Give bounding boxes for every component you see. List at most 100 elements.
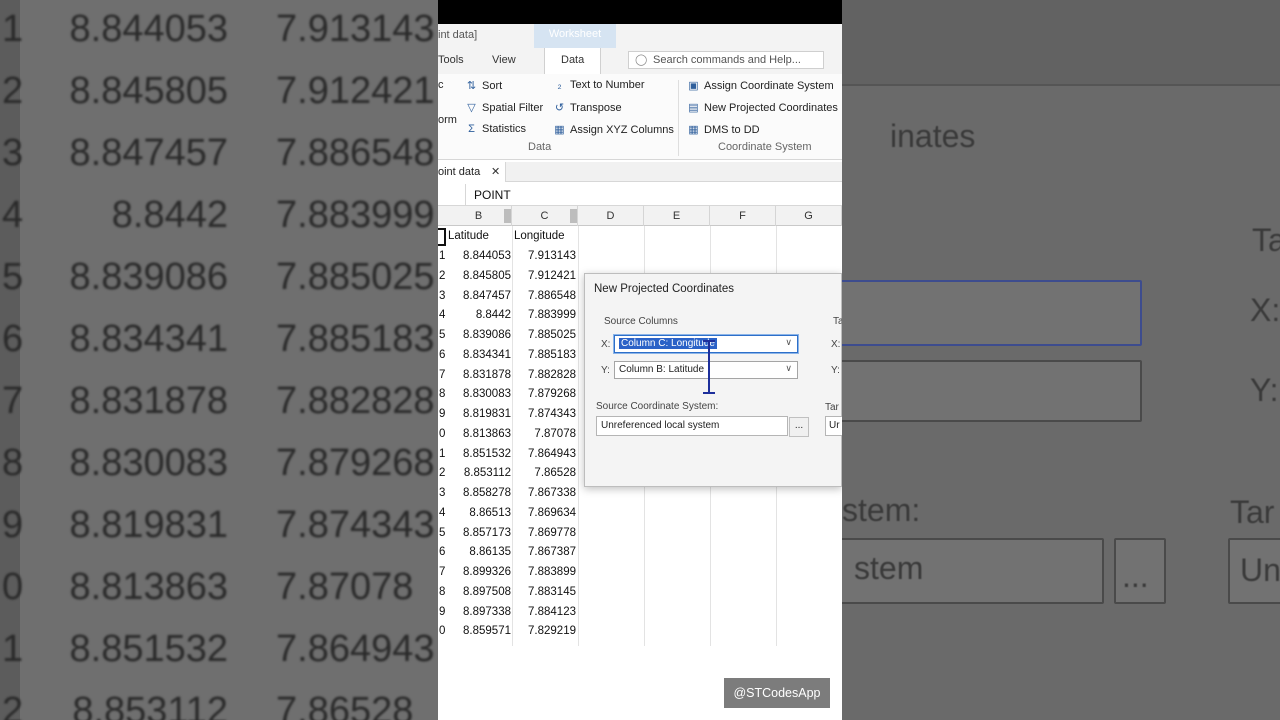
y-label: Y:	[601, 365, 610, 376]
column-header-g[interactable]: G	[776, 206, 842, 226]
background-cell: 4	[2, 194, 24, 236]
background-text-tar: Tar	[1230, 494, 1275, 530]
selected-cell-marker	[438, 228, 446, 246]
column-header-b[interactable]: B	[446, 206, 512, 226]
latitude-cell[interactable]: 8.857173	[463, 527, 511, 539]
latitude-cell[interactable]: 8.897338	[463, 606, 511, 618]
table-row[interactable]: 9 8.897338 7.884123	[438, 602, 842, 622]
longitude-cell[interactable]: 7.879268	[528, 388, 576, 400]
row-number: 3	[439, 487, 446, 499]
statistics-button[interactable]: Σ Statistics	[464, 123, 526, 139]
longitude-cell[interactable]: 7.86528	[534, 467, 576, 479]
column-b-filter-icon[interactable]	[504, 209, 511, 223]
longitude-cell[interactable]: 7.867387	[528, 546, 576, 558]
chevron-down-icon: ∨	[785, 363, 792, 373]
latitude-cell[interactable]: 8.819831	[463, 408, 511, 420]
column-header-f[interactable]: F	[710, 206, 776, 226]
latitude-cell[interactable]: 8.859571	[463, 625, 511, 637]
latitude-cell[interactable]: 8.845805	[463, 270, 511, 282]
cell-reference-box[interactable]	[438, 184, 466, 205]
search-commands-input[interactable]: ◯ Search commands and Help...	[628, 51, 824, 69]
latitude-cell[interactable]: 8.8442	[476, 309, 511, 321]
transpose-button[interactable]: ↺ Transpose	[552, 101, 622, 117]
latitude-cell[interactable]: 8.858278	[463, 487, 511, 499]
row-number: 0	[439, 427, 446, 440]
formula-input[interactable]: POINT	[474, 188, 511, 202]
source-coordinate-system-label: Source Coordinate System:	[596, 401, 719, 412]
background-row: 6 8.834341 7.885183	[0, 318, 438, 380]
longitude-cell[interactable]: 7.884123	[528, 606, 576, 618]
background-cell: 8.845805	[69, 70, 229, 112]
column-header-d[interactable]: D	[578, 206, 644, 226]
longitude-cell[interactable]: 7.869778	[528, 527, 576, 539]
longitude-cell[interactable]: 7.913143	[528, 250, 576, 262]
header-latitude[interactable]: Latitude	[448, 230, 489, 242]
table-row[interactable]: 7 8.899326 7.883899	[438, 562, 842, 582]
close-icon[interactable]: ✕	[491, 165, 500, 178]
column-header-e[interactable]: E	[644, 206, 710, 226]
table-row[interactable]: 4 8.86513 7.869634	[438, 503, 842, 523]
latitude-cell[interactable]: 8.844053	[463, 250, 511, 262]
dms-to-dd-button[interactable]: ▦ DMS to DD	[686, 123, 760, 139]
latitude-cell[interactable]: 8.834341	[463, 349, 511, 361]
table-row[interactable]: 6 8.86135 7.867387	[438, 542, 842, 562]
tab-tools[interactable]: Tools	[438, 54, 464, 66]
table-row[interactable]: 1 8.844053 7.913143	[438, 246, 842, 266]
latitude-cell[interactable]: 8.847457	[463, 290, 511, 302]
longitude-cell[interactable]: 7.874343	[528, 408, 576, 420]
latitude-cell[interactable]: 8.86513	[469, 507, 511, 519]
worksheet-context-tab[interactable]: Worksheet	[534, 24, 616, 48]
longitude-cell[interactable]: 7.912421	[528, 270, 576, 282]
table-row[interactable]: 8 8.897508 7.883145	[438, 582, 842, 602]
latitude-cell[interactable]: 8.851532	[463, 448, 511, 460]
assign-xyz-button[interactable]: ▦ Assign XYZ Columns	[552, 123, 674, 139]
tab-data[interactable]: Data	[544, 48, 602, 74]
longitude-cell[interactable]: 7.829219	[528, 625, 576, 637]
assign-coordinate-system-button[interactable]: ▣ Assign Coordinate System	[686, 79, 833, 95]
background-text-dots: ...	[1122, 558, 1149, 594]
latitude-cell[interactable]: 8.897508	[463, 586, 511, 598]
text-to-number-button[interactable]: ₂ Text to Number	[552, 79, 644, 95]
background-text-x: X:	[1250, 292, 1280, 328]
latitude-cell[interactable]: 8.831878	[463, 369, 511, 381]
latitude-cell[interactable]: 8.899326	[463, 566, 511, 578]
latitude-cell[interactable]: 8.86135	[469, 546, 511, 558]
column-header-c[interactable]: C	[512, 206, 578, 226]
longitude-cell[interactable]: 7.883899	[528, 566, 576, 578]
header-longitude[interactable]: Longitude	[514, 230, 565, 242]
longitude-cell[interactable]: 7.885025	[528, 329, 576, 341]
table-row[interactable]: 5 8.857173 7.869778	[438, 523, 842, 543]
longitude-cell[interactable]: 7.864943	[528, 448, 576, 460]
latitude-cell[interactable]: 8.813863	[463, 428, 511, 440]
longitude-cell[interactable]: 7.882828	[528, 369, 576, 381]
background-cell: 7.886548	[276, 132, 435, 174]
background-cell: 7.874343	[276, 504, 435, 546]
spatial-filter-button[interactable]: ▽ Spatial Filter	[464, 101, 543, 117]
tab-view[interactable]: View	[492, 54, 516, 66]
sort-button[interactable]: ⇅ Sort	[464, 79, 502, 95]
projection-icon: ▤	[688, 102, 699, 114]
browse-button[interactable]: ...	[789, 417, 809, 437]
latitude-cell[interactable]: 8.853112	[464, 467, 511, 479]
new-projected-coordinates-button[interactable]: ▤ New Projected Coordinates	[686, 101, 838, 117]
ribbon-cut-label-2: orm	[438, 114, 457, 126]
latitude-cell[interactable]: 8.839086	[463, 329, 511, 341]
background-cell: 3	[2, 132, 24, 174]
longitude-cell[interactable]: 7.883145	[528, 586, 576, 598]
longitude-cell[interactable]: 7.867338	[528, 487, 576, 499]
longitude-cell[interactable]: 7.886548	[528, 290, 576, 302]
longitude-cell[interactable]: 7.87078	[534, 428, 576, 440]
column-c-filter-icon[interactable]	[570, 209, 577, 223]
dms-to-dd-label: DMS to DD	[704, 124, 760, 136]
new-projected-label: New Projected Coordinates	[704, 102, 838, 114]
background-cell: 8.819831	[69, 504, 229, 546]
longitude-cell[interactable]: 7.883999	[528, 309, 576, 321]
source-coordinate-system-field[interactable]: Unreferenced local system	[596, 416, 788, 436]
target-cs-field-cut[interactable]: Ur	[825, 416, 842, 436]
table-row[interactable]: 0 8.859571 7.829219	[438, 621, 842, 641]
longitude-cell[interactable]: 7.869634	[528, 507, 576, 519]
longitude-cell[interactable]: 7.885183	[528, 349, 576, 361]
watermark: @STCodesApp	[724, 678, 830, 708]
background-cell: 1	[2, 628, 24, 670]
latitude-cell[interactable]: 8.830083	[463, 388, 511, 400]
